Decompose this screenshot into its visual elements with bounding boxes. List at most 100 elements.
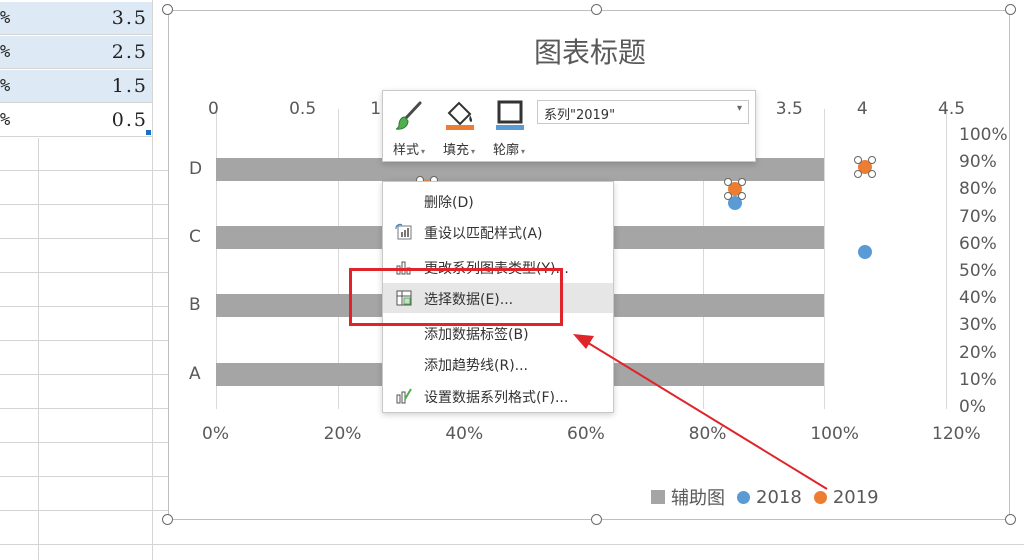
bottom-axis-tick: 120%: [932, 424, 981, 444]
series-select[interactable]: 系列"2019" ▾: [537, 100, 749, 124]
legend-swatch-bar: [651, 490, 665, 504]
top-axis-tick: 3.5: [775, 99, 803, 119]
reset-style-icon: [395, 223, 412, 240]
menu-item-label: 删除(D): [424, 195, 474, 211]
resize-handle[interactable]: [591, 514, 602, 525]
right-axis-tick: 70%: [959, 206, 997, 227]
cell-percent: %: [0, 76, 11, 96]
point-selection-handle: [738, 178, 747, 187]
bottom-axis-tick: 0%: [202, 424, 229, 444]
row-divider: [0, 238, 170, 239]
fill-handle[interactable]: [146, 130, 151, 135]
format-series-icon: [396, 388, 412, 404]
right-axis-tick: 0%: [959, 397, 986, 417]
sheet-row[interactable]: % 2.5: [0, 36, 152, 69]
right-axis-tick: 60%: [959, 233, 997, 254]
right-axis-tick: 30%: [959, 315, 997, 336]
top-axis-tick: 1: [370, 99, 382, 119]
resize-handle[interactable]: [162, 514, 173, 525]
row-divider: [0, 510, 170, 511]
right-axis-tick: 100%: [959, 125, 1008, 145]
style-button[interactable]: 样式: [387, 95, 435, 158]
gridline: [946, 109, 947, 409]
right-axis-tick: 50%: [959, 261, 997, 281]
row-divider: [0, 544, 1024, 545]
sheet-row[interactable]: % 3.5: [0, 2, 152, 35]
series-select-value: 系列"2019": [544, 108, 616, 123]
top-axis-tick: 0.5: [289, 99, 317, 119]
legend-swatch-2018: [737, 490, 750, 504]
bottom-axis-tick: 100%: [810, 424, 859, 444]
point-selection-handle: [853, 170, 862, 179]
point-2018: [857, 244, 872, 259]
chart-legend[interactable]: 辅助图 2018 2019: [651, 484, 879, 510]
row-divider: [0, 374, 170, 375]
outline-button[interactable]: 轮廓: [487, 95, 535, 158]
fill-label: 填充: [443, 139, 475, 158]
bottom-axis-tick: 80%: [688, 424, 727, 444]
cell-value: 3.5: [111, 7, 148, 29]
gridline: [824, 109, 826, 409]
cell-value: 1.5: [111, 75, 148, 97]
category-label: A: [189, 364, 201, 384]
style-label: 样式: [393, 139, 425, 158]
menu-item-delete[interactable]: 删除(D): [383, 186, 613, 216]
menu-item-reset-style[interactable]: 重设以匹配样式(A): [383, 217, 613, 247]
cell-percent: %: [0, 110, 11, 130]
menu-item-add-trendline[interactable]: 添加趋势线(R)...: [383, 349, 613, 379]
resize-handle[interactable]: [591, 4, 602, 15]
highlight-box: [349, 268, 563, 326]
outline-icon: [496, 100, 524, 130]
row-divider: [0, 476, 170, 477]
legend-label: 辅助图: [671, 488, 725, 509]
chart-title[interactable]: 图表标题: [169, 31, 1011, 71]
menu-item-label: 添加趋势线(R)...: [424, 358, 529, 374]
menu-item-label: 设置数据系列格式(F)...: [424, 390, 569, 406]
right-axis-tick: 40%: [959, 288, 997, 309]
bottom-axis-tick: 60%: [567, 424, 605, 444]
legend-swatch-2019: [813, 490, 827, 504]
bottom-axis-tick: 20%: [323, 424, 362, 444]
row-divider: [0, 272, 170, 273]
top-axis-tick: 0: [208, 99, 219, 119]
resize-handle[interactable]: [162, 4, 173, 15]
point-selection-handle: [738, 192, 747, 201]
top-axis-tick: 4.5: [938, 99, 966, 119]
format-toolbar: 样式 填充 轮廓 系列"2019" ▾: [382, 90, 756, 162]
legend-label: 2019: [832, 486, 879, 508]
menu-item-label: 添加数据标签(B): [424, 327, 529, 343]
row-divider: [0, 408, 170, 409]
top-axis-tick: 4: [856, 99, 868, 119]
resize-handle[interactable]: [1005, 4, 1016, 15]
brush-icon: [395, 101, 422, 130]
column-divider: [38, 138, 39, 560]
cell-value: 0.5: [111, 109, 148, 131]
sheet-row[interactable]: % 1.5: [0, 70, 152, 103]
bottom-axis-tick: 40%: [445, 424, 484, 444]
right-axis-tick: 10%: [959, 369, 997, 390]
category-label: D: [189, 159, 203, 179]
chevron-down-icon: ▾: [736, 103, 742, 114]
right-axis-tick: 80%: [959, 179, 997, 200]
legend-label: 2018: [756, 486, 802, 508]
row-divider: [0, 306, 170, 307]
point-selection-handle: [867, 156, 876, 165]
menu-item-format-series[interactable]: 设置数据系列格式(F)...: [383, 381, 613, 411]
resize-handle[interactable]: [1005, 514, 1016, 525]
sheet-row[interactable]: % 0.5: [0, 104, 152, 137]
row-divider: [0, 442, 170, 443]
right-axis-tick: 20%: [959, 342, 997, 363]
point-selection-handle: [867, 170, 876, 179]
cell-value: 2.5: [111, 41, 148, 63]
outline-label: 轮廓: [493, 139, 525, 158]
cell-percent: %: [0, 8, 11, 28]
row-divider: [0, 204, 170, 205]
row-divider: [0, 340, 170, 341]
right-axis-tick: 90%: [959, 152, 997, 173]
row-divider: [0, 170, 170, 171]
cell-percent: %: [0, 42, 11, 62]
menu-item-label: 重设以匹配样式(A): [424, 226, 543, 242]
paint-bucket-icon: [446, 101, 474, 130]
category-label: B: [189, 295, 201, 315]
fill-button[interactable]: 填充: [437, 95, 485, 158]
